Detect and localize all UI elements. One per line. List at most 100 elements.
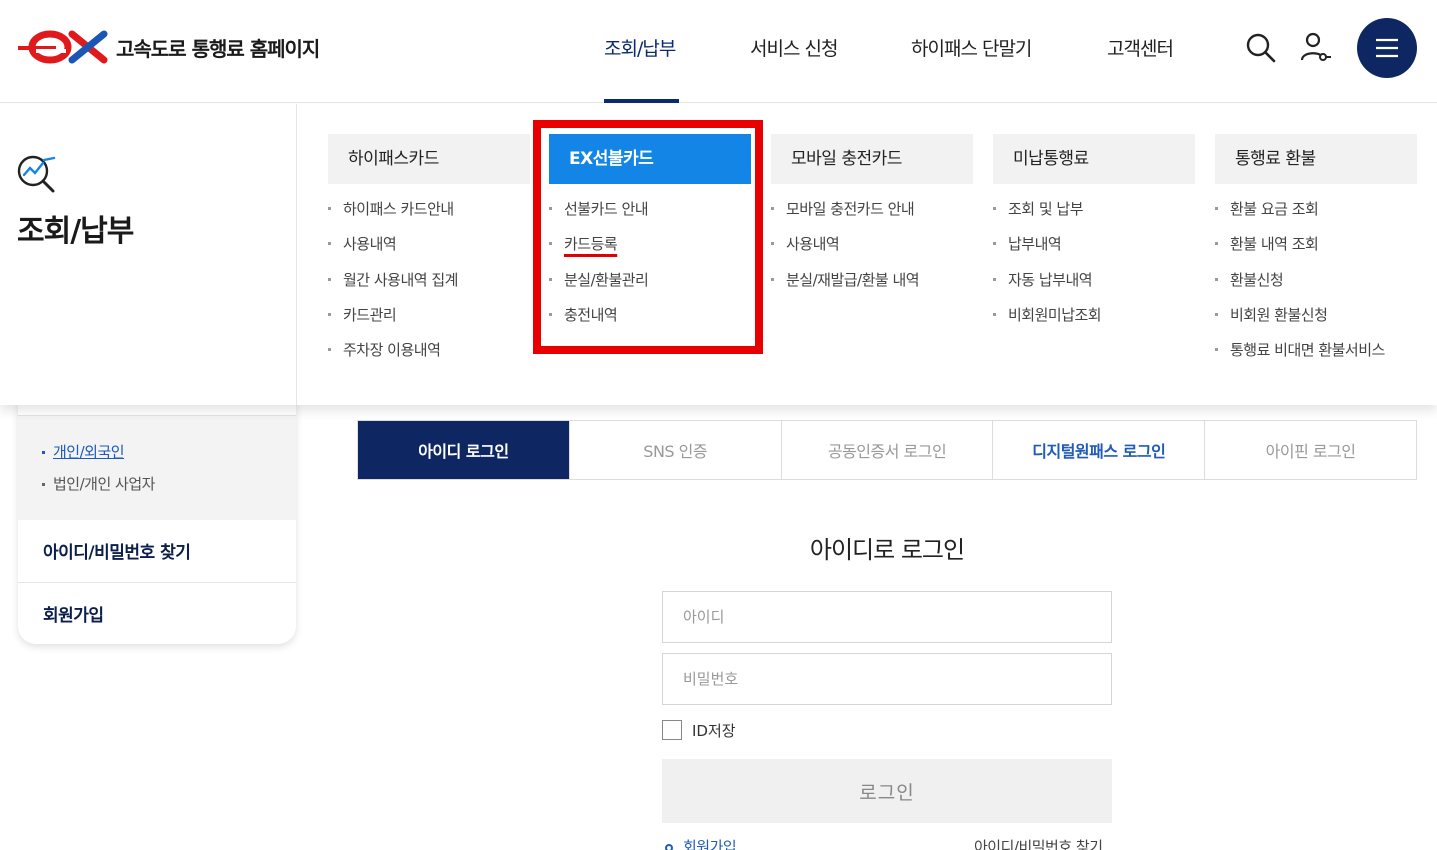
menu-item-label: 사용내역 [786,235,840,254]
menu-item-label: 납부내역 [1008,235,1062,254]
menu-item-label: 월간 사용내역 집계 [343,270,458,289]
bullet-icon [42,451,45,454]
tab-ipin-login[interactable]: 아이핀 로그인 [1205,421,1416,479]
menu-item-label: 환불 요금 조회 [1230,200,1319,218]
nav-customer-center[interactable]: 고객센터 [1107,34,1174,61]
bullet-icon [771,242,774,246]
join-link-label: 회원가입 [683,838,737,850]
bullet-icon [1215,242,1218,246]
bullet-icon [1215,312,1218,316]
find-account-link[interactable]: 아이디/비밀번호 찾기 [43,538,191,563]
column-title[interactable]: 미납통행료 [993,134,1195,184]
menu-item[interactable]: 사용내역 [771,233,973,268]
menu-item-label: 충전내역 [564,305,618,324]
sidebar-item-label: 법인/개인 사업자 [53,475,155,493]
column-title[interactable]: 모바일 충전카드 [771,134,973,184]
menu-item-label: 자동 납부내역 [1008,270,1093,289]
menu-column-hipass-card: 하이패스카드 하이패스 카드안내 사용내역 월간 사용내역 집계 카드관리 주차… [328,134,530,374]
login-title: 아이디로 로그인 [809,536,965,564]
bullet-icon [1215,207,1218,210]
sidebar-item-personal[interactable]: 개인/외국인 [42,441,125,462]
join-link[interactable]: 회원가입 [43,601,104,626]
menu-item[interactable]: 납부내역 [993,233,1195,268]
bullet-icon [549,207,552,210]
menu-column-ex-prepaid-card: EX선불카드 선불카드 안내 카드등록 분실/환불관리 충전내역 [549,134,751,339]
menu-item[interactable]: 분실/재발급/환불 내역 [771,269,973,304]
menu-item-label: 분실/재발급/환불 내역 [786,270,920,289]
menu-item-label: 환불신청 [1230,270,1284,289]
menu-item[interactable]: 사용내역 [328,233,530,268]
menu-item[interactable]: 자동 납부내역 [993,269,1195,304]
bullet-icon [1215,348,1218,352]
menu-item[interactable]: 주차장 이용내역 [328,339,530,374]
nav-inquiry-payment[interactable]: 조회/납부 [604,34,676,61]
bullet-icon [993,242,996,246]
nav-service-apply[interactable]: 서비스 신청 [750,34,838,61]
bullet-icon [328,312,331,316]
bullet-icon [328,242,331,246]
menu-item-label: 분실/환불관리 [564,270,649,289]
search-icon[interactable] [1243,30,1277,64]
menu-item-label: 주차장 이용내역 [343,341,441,360]
menu-item[interactable]: 카드관리 [328,304,530,339]
section-title: 조회/납부 [17,214,134,249]
bullet-icon [549,277,552,281]
menu-item[interactable]: 월간 사용내역 집계 [328,269,530,304]
menu-item-label: 사용내역 [343,235,397,254]
menu-column-unpaid-toll: 미납통행료 조회 및 납부 납부내역 자동 납부내역 비회원미납조회 [993,134,1195,339]
tab-digital-onepass-login[interactable]: 디지털원패스 로그인 [993,421,1206,479]
column-title[interactable]: 하이패스카드 [328,134,530,184]
id-input[interactable] [662,591,1112,643]
search-chart-icon [17,155,56,193]
tab-sns-auth[interactable]: SNS 인증 [569,421,782,479]
menu-item[interactable]: 충전내역 [549,304,751,339]
bullet-icon [993,277,996,281]
header: 고속도로 통행료 홈페이지 조회/납부 서비스 신청 하이패스 단말기 고객센터 [0,0,1437,103]
tab-id-login[interactable]: 아이디 로그인 [358,421,570,479]
divider [18,582,296,583]
menu-column-mobile-charge-card: 모바일 충전카드 모바일 충전카드 안내 사용내역 분실/재발급/환불 내역 [771,134,973,304]
menu-item[interactable]: 하이패스 카드안내 [328,198,530,233]
login-button[interactable]: 로그인 [662,759,1112,823]
bullet-icon [993,312,996,316]
column-title[interactable]: EX선불카드 [549,134,751,184]
menu-item-label: 비회원미납조회 [1008,305,1102,324]
menu-item-label: 비회원 환불신청 [1230,305,1328,324]
menu-item-label: 모바일 충전카드 안내 [786,200,915,218]
mega-menu-section: 조회/납부 [0,104,297,405]
bullet-icon [549,312,552,316]
bullet-icon [328,277,331,281]
menu-item[interactable]: 비회원미납조회 [993,304,1195,339]
member-type-submenu: 개인/외국인 법인/개인 사업자 [18,415,296,520]
password-input[interactable] [662,653,1112,705]
hamburger-icon [1376,38,1398,58]
menu-item[interactable]: 환불신청 [1215,269,1417,304]
tab-certificate-login[interactable]: 공동인증서 로그인 [781,421,994,479]
nav-hipass-terminal[interactable]: 하이패스 단말기 [911,34,1032,61]
menu-item-label: 환불 내역 조회 [1230,235,1319,254]
menu-item[interactable]: 비회원 환불신청 [1215,304,1417,339]
menu-item[interactable]: 모바일 충전카드 안내 [771,198,973,233]
find-account-bottom-link[interactable]: 아이디/비밀번호 찾기 [974,836,1103,850]
bullet-icon [1215,277,1218,281]
menu-item[interactable]: 선불카드 안내 [549,198,751,233]
menu-item[interactable]: 환불 요금 조회 [1215,198,1417,233]
save-id-checkbox[interactable] [662,720,682,740]
menu-item[interactable]: 분실/환불관리 [549,269,751,304]
menu-item-label: 하이패스 카드안내 [343,200,454,218]
menu-button[interactable] [1357,18,1417,78]
bullet-icon [771,277,774,281]
menu-item-card-register[interactable]: 카드등록 [549,233,751,268]
site-logo[interactable]: 고속도로 통행료 홈페이지 [16,30,320,64]
bullet-icon [993,207,996,210]
menu-item[interactable]: 환불 내역 조회 [1215,233,1417,268]
column-title[interactable]: 통행료 환불 [1215,134,1417,184]
menu-item[interactable]: 조회 및 납부 [993,198,1195,233]
join-bottom-link[interactable]: 회원가입 [665,836,737,850]
menu-column-toll-refund: 통행료 환불 환불 요금 조회 환불 내역 조회 환불신청 비회원 환불신청 통… [1215,134,1417,374]
menu-item-label: 카드관리 [343,305,397,324]
bullet-icon [328,207,331,210]
sidebar-item-business[interactable]: 법인/개인 사업자 [42,473,155,494]
user-icon[interactable] [1298,30,1332,64]
menu-item[interactable]: 통행료 비대면 환불서비스 [1215,339,1417,374]
